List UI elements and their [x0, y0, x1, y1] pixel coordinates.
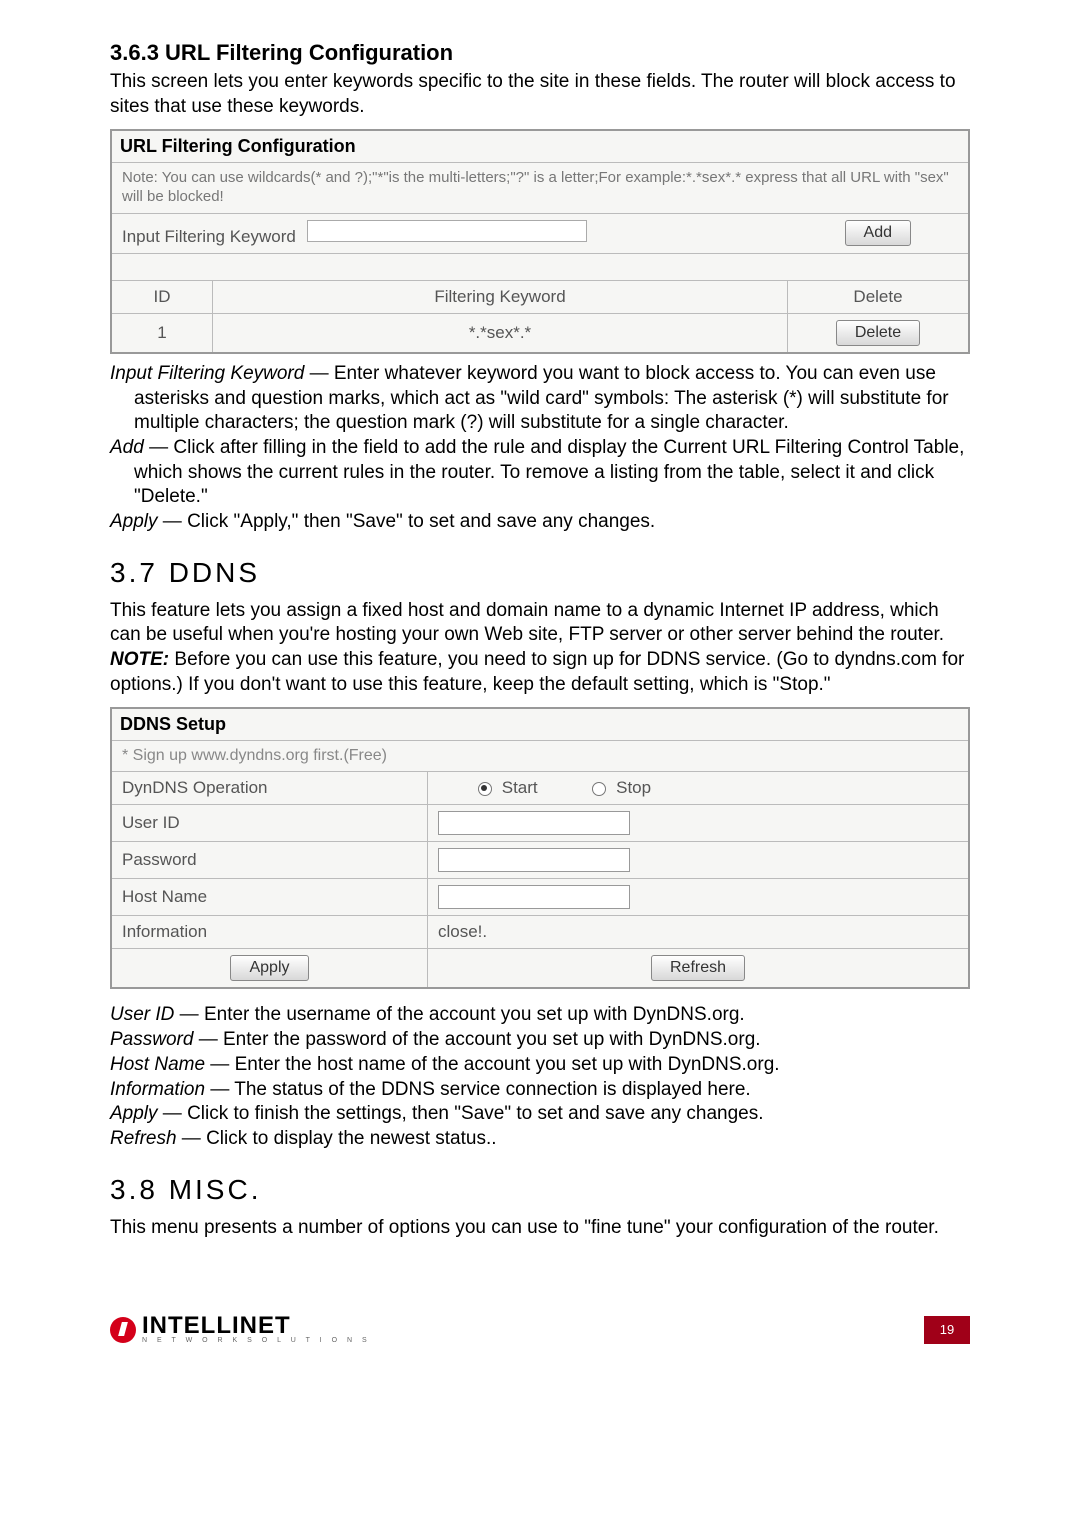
logo-icon — [110, 1317, 136, 1343]
filter-keyword-input[interactable] — [307, 220, 587, 242]
logo-text: INTELLINET — [142, 1315, 371, 1337]
heading-363: 3.6.3 URL Filtering Configuration — [110, 40, 970, 66]
add-button[interactable]: Add — [845, 220, 911, 246]
desc-add: — Click after filling in the field to ad… — [134, 437, 964, 507]
row1-id: 1 — [111, 313, 213, 353]
heading-38: 3.8 Misc. — [110, 1174, 970, 1206]
inputfilter-label: Input Filtering Keyword — [122, 227, 296, 246]
row-user-label: User ID — [111, 805, 428, 842]
row-info-label: Information — [111, 916, 428, 949]
term-refresh: Refresh — [110, 1128, 177, 1149]
term-apply: Apply — [110, 511, 158, 532]
intro-37: This feature lets you assign a fixed hos… — [110, 599, 970, 698]
delete-button[interactable]: Delete — [836, 320, 920, 346]
opt-stop: Stop — [616, 778, 651, 797]
desc-apply: — Click "Apply," then "Save" to set and … — [158, 511, 656, 532]
userid-input[interactable] — [438, 811, 630, 835]
urlfilter-title: URL Filtering Configuration — [111, 130, 969, 163]
intro-363: This screen lets you enter keywords spec… — [110, 70, 970, 119]
radio-stop[interactable] — [592, 782, 606, 796]
ddns-title: DDNS Setup — [111, 708, 969, 741]
col-delete: Delete — [788, 280, 970, 313]
row-pass-label: Password — [111, 842, 428, 879]
term-host: Host Name — [110, 1054, 205, 1075]
term-apply2: Apply — [110, 1103, 158, 1124]
col-id: ID — [111, 280, 213, 313]
logo: INTELLINET N E T W O R K S O L U T I O N… — [110, 1315, 371, 1344]
note-word: NOTE: — [110, 649, 169, 670]
term-info: Information — [110, 1079, 205, 1100]
urlfilter-panel: URL Filtering Configuration Note: You ca… — [110, 129, 970, 354]
term-ifk: Input Filtering Keyword — [110, 363, 304, 384]
term-add: Add — [110, 437, 144, 458]
col-keyword: Filtering Keyword — [213, 280, 788, 313]
row-op-label: DynDNS Operation — [111, 772, 428, 805]
password-input[interactable] — [438, 848, 630, 872]
ddns-signup: * Sign up www.dyndns.org first.(Free) — [111, 741, 969, 772]
heading-37: 3.7 DDNS — [110, 557, 970, 589]
term-pass: Password — [110, 1029, 193, 1050]
hostname-input[interactable] — [438, 885, 630, 909]
apply-button[interactable]: Apply — [230, 955, 308, 981]
row1-keyword: *.*sex*.* — [213, 313, 788, 353]
urlfilter-descriptions: Input Filtering Keyword — Enter whatever… — [110, 362, 970, 535]
refresh-button[interactable]: Refresh — [651, 955, 745, 981]
page-number: 19 — [924, 1316, 970, 1344]
info-value: close!. — [428, 916, 970, 949]
page-footer: INTELLINET N E T W O R K S O L U T I O N… — [110, 1315, 970, 1344]
radio-start[interactable] — [478, 782, 492, 796]
row-host-label: Host Name — [111, 879, 428, 916]
intro-38: This menu presents a number of options y… — [110, 1216, 970, 1241]
ddns-panel: DDNS Setup * Sign up www.dyndns.org firs… — [110, 707, 970, 989]
term-user: User ID — [110, 1004, 174, 1025]
opt-start: Start — [502, 778, 538, 797]
ddns-descriptions: User ID — Enter the username of the acco… — [110, 1003, 970, 1151]
urlfilter-note: Note: You can use wildcards(* and ?);"*"… — [111, 163, 969, 214]
logo-sub: N E T W O R K S O L U T I O N S — [142, 1337, 371, 1344]
